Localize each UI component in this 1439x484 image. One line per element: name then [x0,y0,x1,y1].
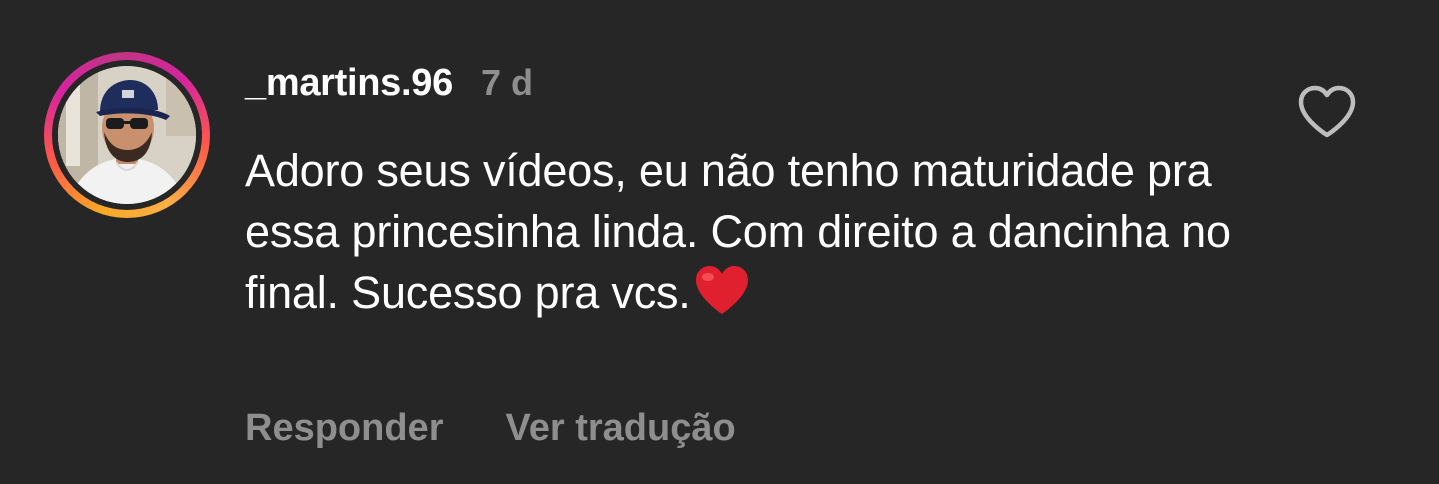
avatar[interactable] [58,66,196,204]
avatar-image [58,66,196,204]
heart-outline-icon [1298,85,1356,138]
comment-timestamp: 7 d [480,62,533,103]
comment-item: _martins.96 7 d Adoro seus vídeos, eu nã… [0,0,1439,484]
reply-button[interactable]: Responder [245,407,443,450]
comment-header: _martins.96 7 d [245,62,533,112]
comment-actions: Responder Ver tradução [245,407,736,450]
see-translation-button[interactable]: Ver tradução [505,407,735,450]
comment-text: Adoro seus vídeos, eu não tenho maturida… [245,140,1245,323]
avatar-ring-gap [52,60,202,210]
like-button[interactable] [1296,84,1358,140]
username-link[interactable]: _martins.96 [245,62,453,105]
avatar-story-ring[interactable] [44,52,210,218]
heart-emoji-icon [695,266,748,314]
